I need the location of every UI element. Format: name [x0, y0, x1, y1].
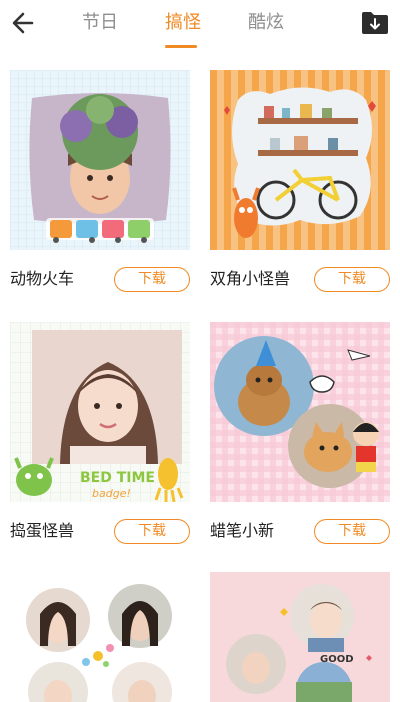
bedtime-sticker-line1: BED TIME: [80, 470, 155, 486]
template-thumbnail[interactable]: GOOD: [210, 572, 390, 702]
tab-festival[interactable]: 节日: [82, 10, 118, 36]
good-sticker: GOOD: [320, 654, 354, 665]
bedtime-sticker-line2: badge!: [92, 487, 131, 500]
template-name: 捣蛋怪兽: [10, 521, 75, 540]
back-arrow-icon[interactable]: [8, 8, 42, 38]
download-button[interactable]: 下载: [114, 519, 190, 544]
template-name: 双角小怪兽: [210, 269, 291, 288]
template-thumbnail[interactable]: [210, 322, 390, 502]
tab-cool[interactable]: 酷炫: [248, 10, 284, 36]
template-thumbnail[interactable]: [10, 70, 190, 250]
template-name: 动物火车: [10, 269, 75, 288]
template-thumbnail[interactable]: [10, 572, 190, 702]
template-thumbnail[interactable]: BED TIME badge!: [10, 322, 190, 502]
download-button[interactable]: 下载: [314, 267, 390, 292]
tab-funny[interactable]: 搞怪: [165, 10, 201, 36]
download-button[interactable]: 下载: [114, 267, 190, 292]
download-button[interactable]: 下载: [314, 519, 390, 544]
template-thumbnail[interactable]: [210, 70, 390, 250]
active-tab-indicator: [165, 45, 197, 48]
template-name: 蜡笔小新: [210, 521, 275, 540]
download-folder-icon[interactable]: [360, 10, 390, 36]
top-bar: 节日 搞怪 酷炫: [0, 0, 400, 50]
